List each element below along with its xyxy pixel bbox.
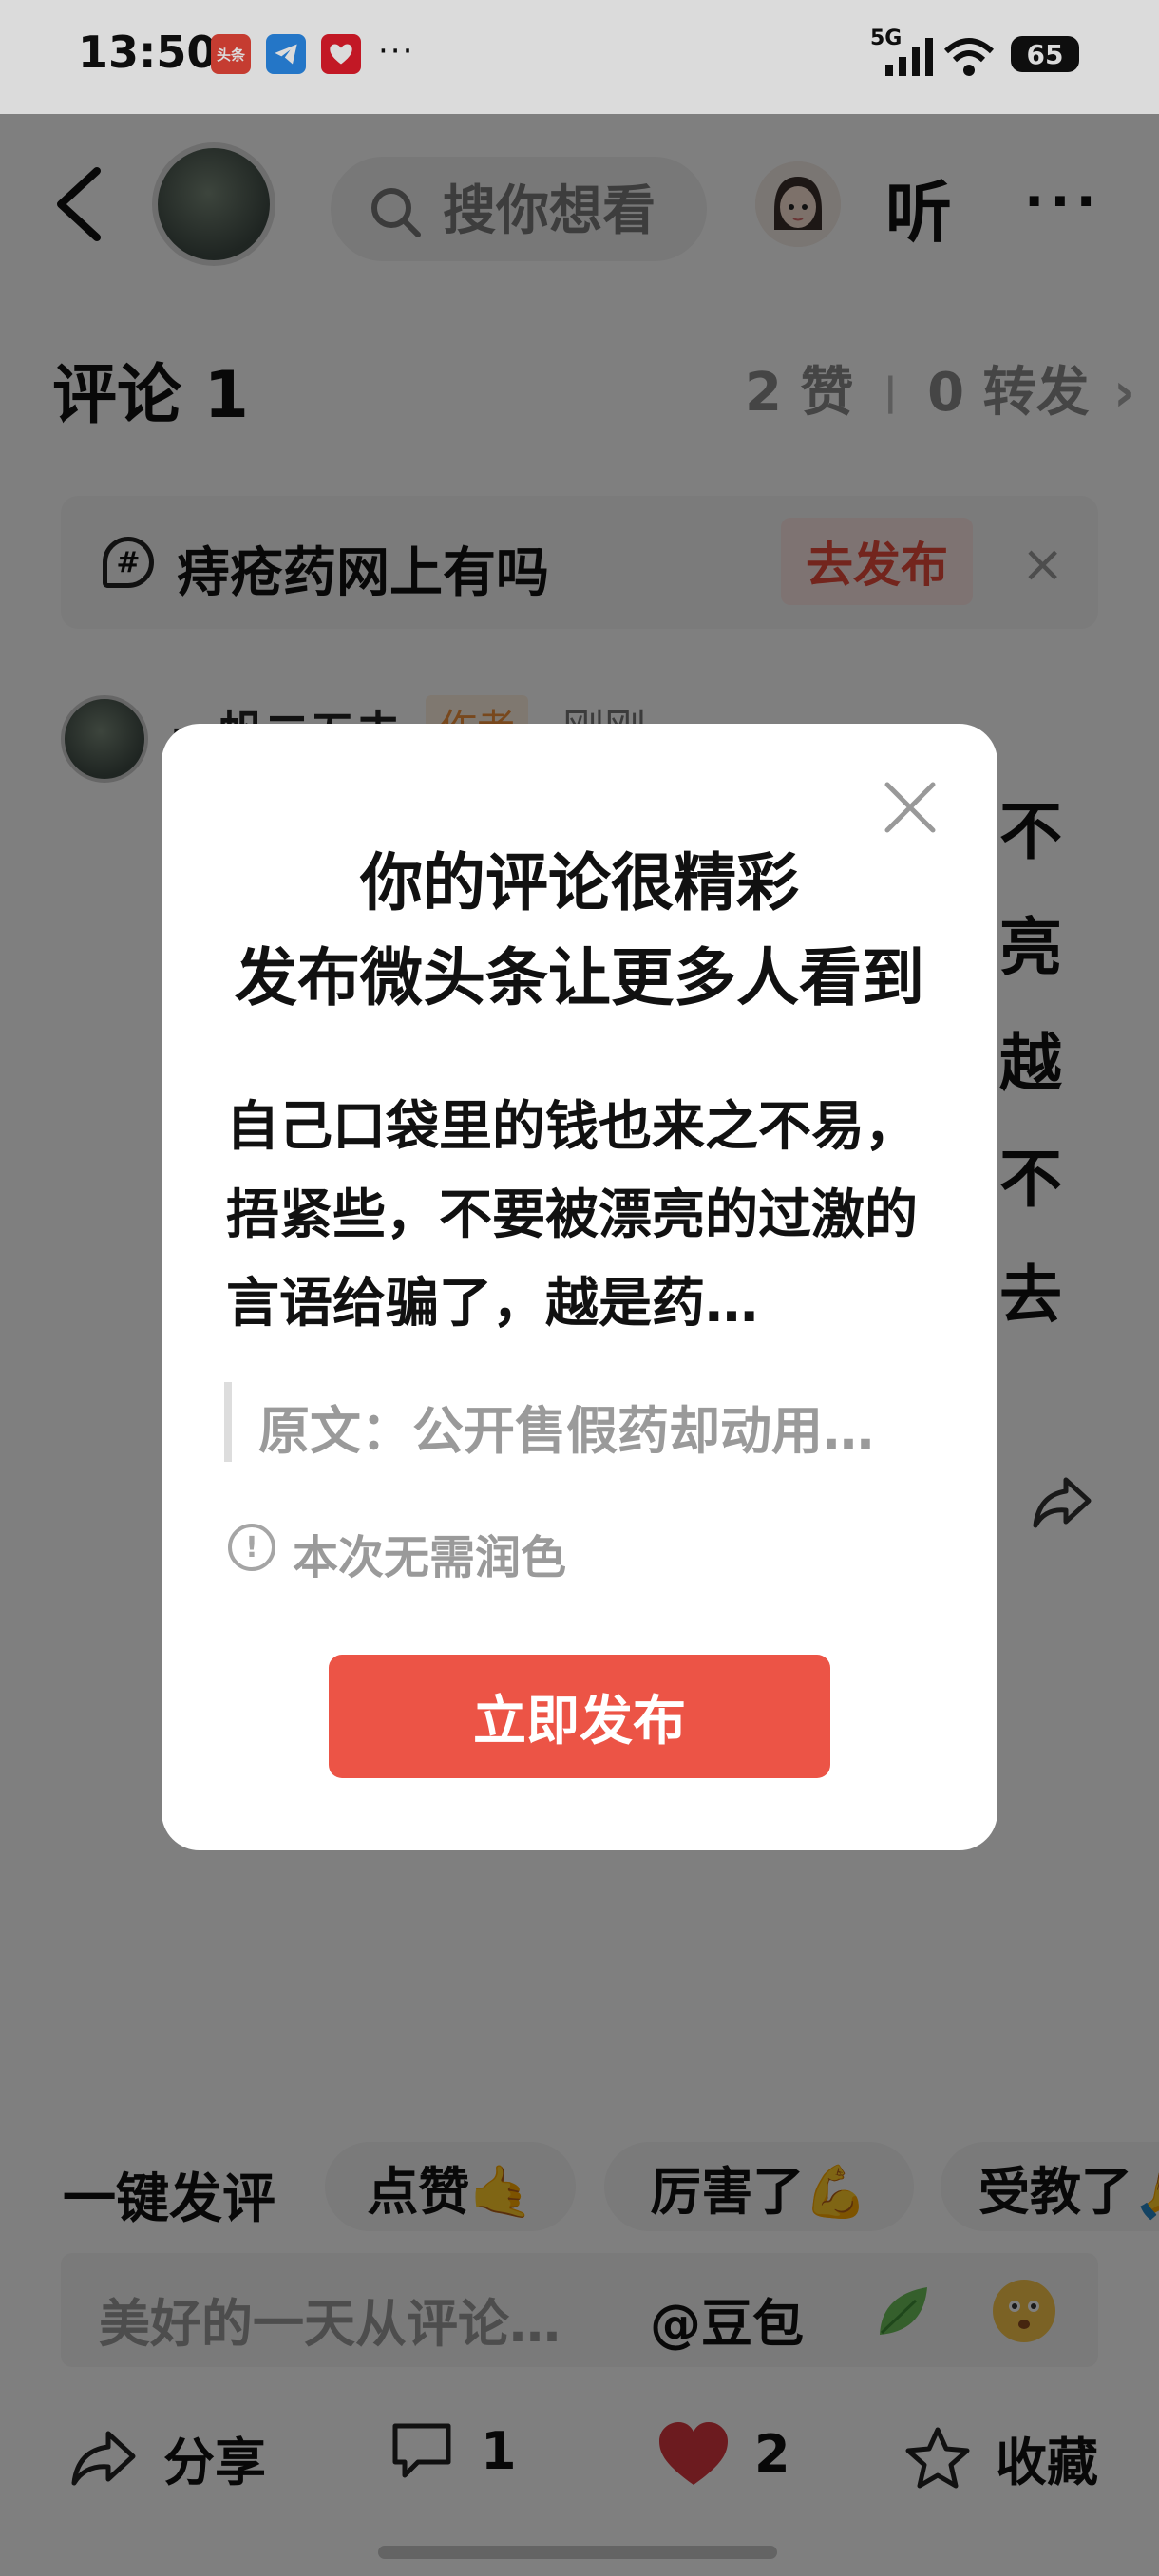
publish-now-button[interactable]: 立即发布	[329, 1655, 830, 1778]
polish-status-text: 本次无需润色	[293, 1531, 567, 1584]
dialog-title-line1: 你的评论很精彩	[360, 846, 799, 919]
info-icon: !	[228, 1524, 276, 1571]
original-article-quote: 原文：公开售假药却动用…	[258, 1401, 874, 1461]
status-bar-dim	[0, 0, 1159, 114]
close-icon[interactable]	[880, 777, 940, 838]
quote-bar	[224, 1382, 232, 1462]
dialog-comment-preview: 自己口袋里的钱也来之不易，捂紧些，不要被漂亮的过激的言语给骗了，越是药…	[226, 1096, 918, 1335]
dialog-title-line2: 发布微头条让更多人看到	[235, 941, 924, 1014]
